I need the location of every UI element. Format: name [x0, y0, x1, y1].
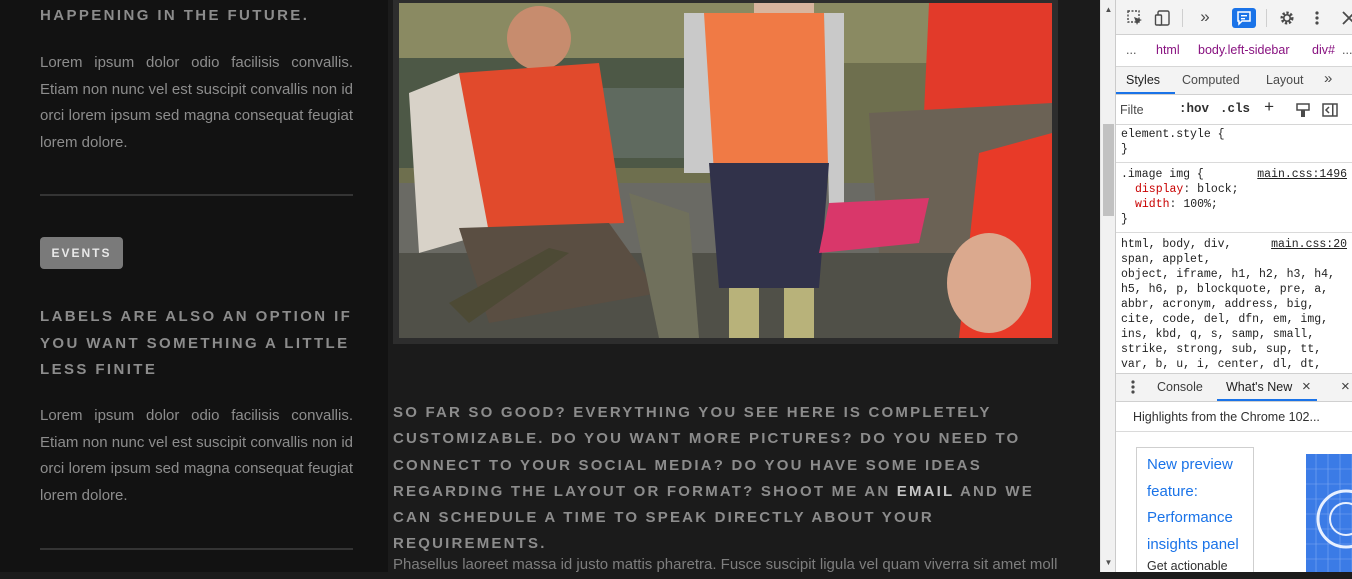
- main-heading: SO FAR SO GOOD? EVERYTHING YOU SEE HERE …: [393, 400, 1058, 558]
- property-name: width: [1135, 198, 1170, 211]
- tab-layout[interactable]: Layout: [1266, 73, 1304, 87]
- whats-new-card-link[interactable]: New preview feature: Performance insight…: [1147, 452, 1257, 558]
- class-toggle[interactable]: .cls: [1220, 102, 1250, 116]
- labels-paragraph: Lorem ipsum dolor odio facilisis convall…: [40, 407, 353, 504]
- section-divider: [40, 548, 353, 550]
- reset-selector-line: h5, h6, p, blockquote, pre, a,: [1121, 283, 1329, 296]
- style-rules-pane: element.style { } .image img { main.css:…: [1116, 125, 1352, 373]
- active-tab-indicator: [1217, 399, 1317, 401]
- property-value: block;: [1197, 183, 1239, 196]
- section-divider: [40, 194, 353, 196]
- devtools-panel: » ... html body.left-sidebar div# ... St…: [1115, 0, 1352, 572]
- drawer-tabs: Console What's New × ×: [1116, 373, 1352, 402]
- labels-heading: LABELS ARE ALSO AN OPTION IF YOU WANT SO…: [40, 308, 353, 378]
- tab-console[interactable]: Console: [1157, 380, 1203, 394]
- reset-selector-line: strike, strong, sub, sup, tt,: [1121, 343, 1322, 356]
- styles-filter-bar: :hov .cls +: [1116, 95, 1352, 125]
- intro-heading: HAPPENING IN THE FUTURE.: [40, 7, 310, 24]
- active-tab-indicator: [1116, 92, 1175, 94]
- reset-selector-line: ins, kbd, q, s, samp, small,: [1121, 328, 1315, 341]
- email-link[interactable]: EMAIL: [897, 483, 954, 500]
- breadcrumb-html[interactable]: html: [1156, 43, 1180, 57]
- kebab-menu-icon[interactable]: [1308, 9, 1326, 27]
- events-button[interactable]: EVENTS: [40, 237, 123, 269]
- devtools-toolbar: »: [1116, 0, 1352, 35]
- tab-computed[interactable]: Computed: [1182, 73, 1240, 87]
- reset-selector-line: object, iframe, h1, h2, h3, h4,: [1121, 268, 1335, 281]
- reset-selector-line: span, applet,: [1121, 253, 1211, 266]
- whats-new-thumbnail[interactable]: [1306, 454, 1352, 572]
- breadcrumb-leading-ellipsis[interactable]: ...: [1126, 43, 1136, 57]
- scrollbar-thumb[interactable]: [1103, 124, 1114, 216]
- style-declaration[interactable]: display: block;: [1121, 182, 1352, 197]
- intro-paragraph: Lorem ipsum dolor odio facilisis convall…: [40, 54, 353, 151]
- property-name: display: [1135, 183, 1184, 196]
- style-declaration[interactable]: width: 100%;: [1121, 197, 1352, 212]
- drawer-menu-icon[interactable]: [1124, 378, 1142, 396]
- breadcrumb-body[interactable]: body.left-sidebar: [1198, 43, 1290, 57]
- tab-styles[interactable]: Styles: [1126, 73, 1160, 87]
- settings-gear-icon[interactable]: [1278, 9, 1296, 27]
- hover-state-toggle[interactable]: :hov: [1179, 102, 1209, 116]
- new-style-rule-icon[interactable]: +: [1264, 99, 1274, 118]
- image-img-rule[interactable]: .image img { main.css:1496 display: bloc…: [1116, 167, 1352, 233]
- element-style-rule[interactable]: element.style { }: [1116, 127, 1352, 163]
- rule-source-link[interactable]: main.css:1496: [1257, 167, 1347, 182]
- rule-close-brace: }: [1121, 143, 1128, 156]
- reset-selector-line: var, b, u, i, center, dl, dt,: [1121, 358, 1322, 371]
- device-toggle-icon[interactable]: [1154, 9, 1172, 27]
- reset-selector-line: abbr, acronym, address, big,: [1121, 298, 1315, 311]
- toolbar-divider: [1182, 9, 1183, 27]
- rule-source-link[interactable]: main.css:20: [1271, 237, 1347, 252]
- reset-selector-line: cite, code, del, dfn, em, img,: [1121, 313, 1329, 326]
- breadcrumb-div[interactable]: div#: [1312, 43, 1335, 57]
- more-tabs-icon[interactable]: »: [1196, 8, 1214, 27]
- close-devtools-icon[interactable]: [1340, 9, 1352, 27]
- image-frame: [393, 0, 1058, 344]
- page-viewport: HAPPENING IN THE FUTURE. Lorem ipsum dol…: [0, 0, 1100, 572]
- highlights-title: Highlights from the Chrome 102...: [1133, 410, 1320, 424]
- whats-new-card[interactable]: New preview feature: Performance insight…: [1136, 447, 1254, 572]
- scroll-up-arrow-icon[interactable]: ▲: [1101, 3, 1116, 17]
- toggle-sidebar-icon[interactable]: [1321, 101, 1339, 119]
- close-tab-icon[interactable]: ×: [1302, 378, 1311, 395]
- reset-rule[interactable]: main.css:20 html, body, div, span, apple…: [1116, 237, 1352, 373]
- whats-new-card-subtitle: Get actionable: [1147, 559, 1228, 572]
- toolbar-divider: [1266, 9, 1267, 27]
- styles-filter-input[interactable]: [1120, 100, 1172, 120]
- rule-close-brace: }: [1121, 213, 1128, 226]
- field-trip-photo: [399, 3, 1052, 338]
- computed-styles-icon[interactable]: [1294, 101, 1312, 119]
- property-value: 100%;: [1183, 198, 1218, 211]
- dom-breadcrumb: ... html body.left-sidebar div# ...: [1116, 35, 1352, 67]
- issues-message-icon[interactable]: [1232, 8, 1256, 28]
- scroll-down-arrow-icon[interactable]: ▼: [1101, 556, 1116, 570]
- more-subtabs-icon[interactable]: »: [1324, 70, 1332, 87]
- close-drawer-icon[interactable]: ×: [1341, 378, 1350, 395]
- left-sidebar: HAPPENING IN THE FUTURE. Lorem ipsum dol…: [0, 0, 388, 572]
- inspect-element-icon[interactable]: [1126, 9, 1144, 27]
- page-scrollbar[interactable]: ▲ ▼: [1100, 0, 1115, 572]
- main-paragraph: Phasellus laoreet massa id justo mattis …: [393, 556, 1058, 572]
- whats-new-header: Highlights from the Chrome 102...: [1116, 402, 1352, 432]
- element-style-selector: element.style {: [1121, 128, 1225, 141]
- tab-whats-new[interactable]: What's New: [1226, 380, 1292, 394]
- breadcrumb-trailing-ellipsis[interactable]: ...: [1342, 43, 1352, 57]
- styles-subtabs: Styles Computed Layout »: [1116, 67, 1352, 95]
